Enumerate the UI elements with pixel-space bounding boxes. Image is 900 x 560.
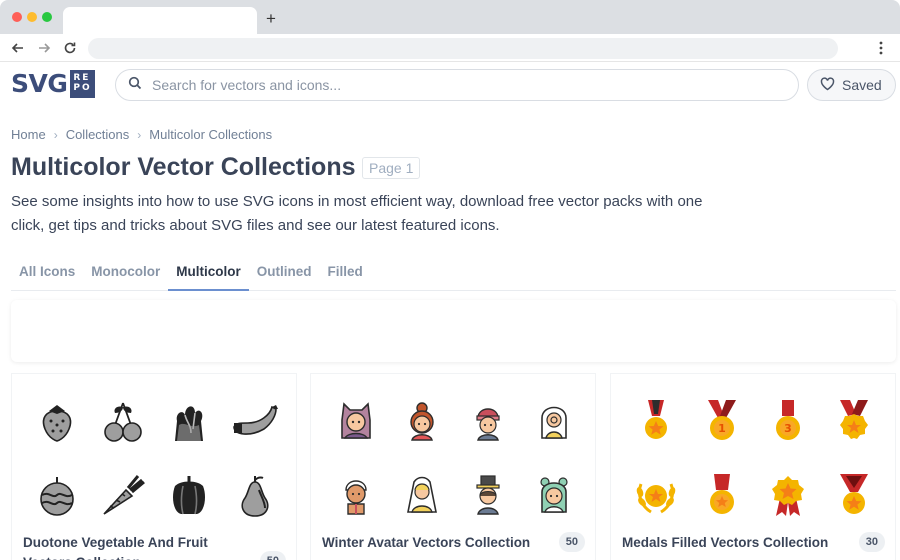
icon-count-badge: 50 (558, 532, 585, 552)
tab-outlined[interactable]: Outlined (249, 258, 320, 291)
icon-preview-grid (24, 384, 288, 529)
svg-text:1: 1 (718, 422, 726, 435)
breadcrumb-collections[interactable]: Collections (66, 127, 130, 142)
icon-preview-grid: 1 3 (623, 384, 887, 529)
chevron-right-icon: › (53, 127, 58, 142)
medal-ribbon-icon (821, 458, 887, 532)
new-tab-button[interactable]: + (266, 9, 276, 29)
collection-card[interactable]: Winter Avatar Vectors Collection 50 (310, 373, 596, 560)
browser-menu-icon[interactable] (872, 38, 890, 58)
banana-icon (222, 384, 288, 458)
browser-tab-strip: + (0, 0, 900, 35)
page-title: Multicolor Vector Collections (11, 153, 356, 181)
search-icon (128, 76, 142, 95)
tab-multicolor[interactable]: Multicolor (168, 258, 249, 291)
window-minimize-dot[interactable] (27, 12, 37, 22)
page-description: See some insights into how to use SVG ic… (11, 193, 703, 234)
saved-button[interactable]: Saved (807, 69, 896, 101)
medal-one-icon: 1 (689, 384, 755, 458)
lettuce-icon (156, 384, 222, 458)
bear-hood-avatar-icon (521, 458, 587, 532)
address-bar[interactable] (88, 38, 838, 59)
chevron-right-icon: › (137, 127, 142, 142)
logo-text: SVG (11, 69, 68, 98)
saved-label: Saved (842, 77, 882, 93)
page-number-badge: Page 1 (362, 157, 421, 179)
tab-monocolor[interactable]: Monocolor (83, 258, 168, 291)
top-hat-avatar-icon (455, 458, 521, 532)
svg-text:3: 3 (784, 422, 792, 435)
site-logo[interactable]: SVG REPO (11, 69, 96, 98)
beanie-avatar-icon (455, 384, 521, 458)
pepper-icon (156, 458, 222, 532)
carrot-icon (90, 458, 156, 532)
hooded-avatar-icon (521, 384, 587, 458)
tab-filled[interactable]: Filled (320, 258, 371, 291)
heart-icon (820, 76, 835, 94)
collection-card[interactable]: 1 3 Medals Filled Vectors Collection 30 (610, 373, 896, 560)
medal-badge-icon (821, 384, 887, 458)
icon-preview-grid (323, 384, 587, 529)
melon-icon (24, 458, 90, 532)
collection-title[interactable]: Medals Filled Vectors Collection (622, 533, 852, 553)
icon-count-badge: 30 (858, 532, 885, 552)
collection-title[interactable]: Duotone Vegetable And Fruit Vectors Coll… (23, 533, 253, 560)
window-close-dot[interactable] (12, 12, 22, 22)
strawberry-icon (24, 384, 90, 458)
window-maximize-dot[interactable] (42, 12, 52, 22)
tab-all-icons[interactable]: All Icons (11, 258, 83, 291)
collection-card[interactable]: Duotone Vegetable And Fruit Vectors Coll… (11, 373, 297, 560)
browser-toolbar (0, 34, 900, 62)
collection-tabs: All Icons Monocolor Multicolor Outlined … (11, 258, 896, 291)
hooded-girl-avatar-icon (389, 458, 455, 532)
medal-star-icon-2 (689, 458, 755, 532)
cat-hood-avatar-icon (323, 384, 389, 458)
medal-rosette-icon (755, 458, 821, 532)
forward-arrow-icon[interactable] (34, 38, 54, 58)
reload-icon[interactable] (60, 38, 80, 58)
breadcrumb-home[interactable]: Home (11, 127, 46, 142)
collection-title[interactable]: Winter Avatar Vectors Collection (322, 533, 552, 553)
pear-icon (222, 458, 288, 532)
medal-star-icon (623, 384, 689, 458)
icon-count-badge: 50 (259, 551, 286, 560)
ad-placeholder (11, 300, 896, 362)
medal-three-icon: 3 (755, 384, 821, 458)
back-arrow-icon[interactable] (8, 38, 28, 58)
gingerbread-avatar-icon (323, 458, 389, 532)
breadcrumb-current[interactable]: Multicolor Collections (149, 127, 272, 142)
cherry-icon (90, 384, 156, 458)
laurel-medal-icon (623, 458, 689, 532)
bun-hair-avatar-icon (389, 384, 455, 458)
breadcrumb: Home › Collections › Multicolor Collecti… (11, 127, 272, 142)
search-input[interactable]: Search for vectors and icons... (115, 69, 799, 101)
browser-tab[interactable] (63, 7, 257, 35)
search-placeholder: Search for vectors and icons... (152, 77, 342, 93)
logo-badge: REPO (70, 70, 96, 98)
